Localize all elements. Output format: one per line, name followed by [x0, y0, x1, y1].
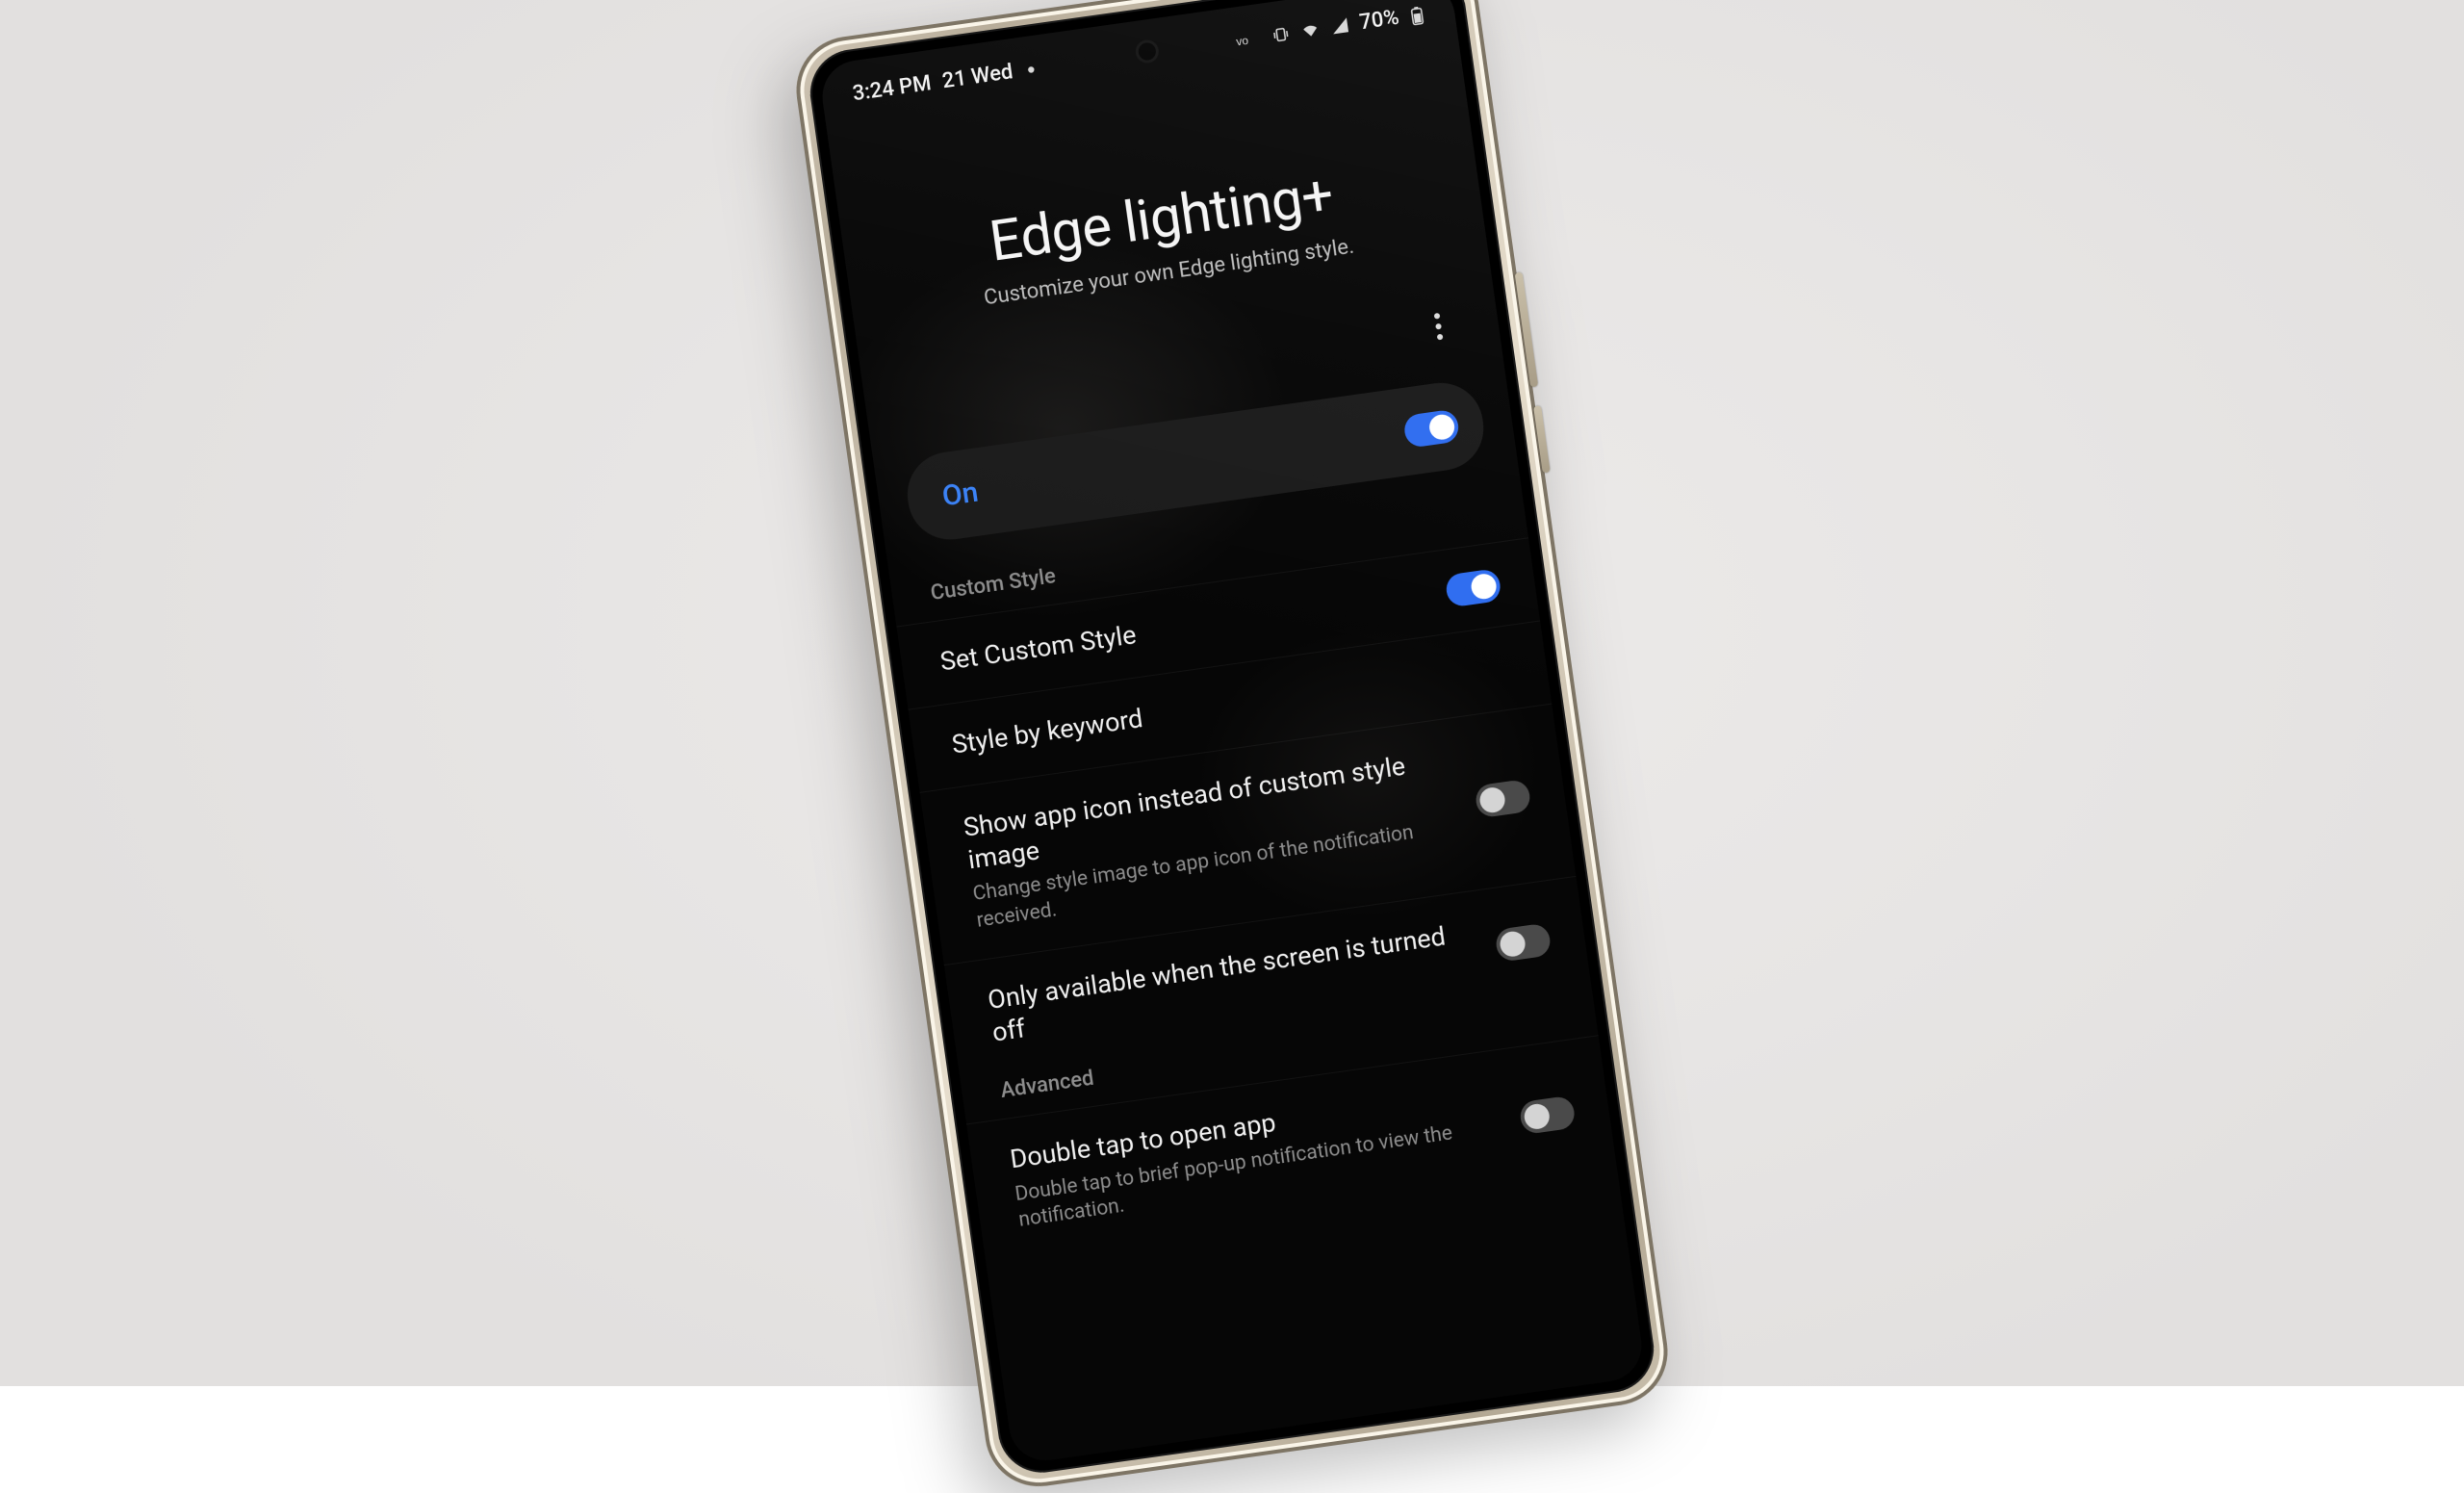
- signal-icon: [1330, 16, 1349, 36]
- battery-icon: [1409, 5, 1425, 26]
- more-vertical-icon: [1432, 312, 1444, 342]
- svg-text:vo: vo: [1235, 33, 1249, 48]
- vowifi-icon: vo: [1235, 28, 1262, 48]
- more-options-button[interactable]: [1415, 302, 1463, 350]
- toggle-double-tap[interactable]: [1519, 1094, 1577, 1134]
- vibrate-icon: [1270, 24, 1290, 43]
- status-time: 3:24 PM: [851, 71, 933, 106]
- status-date: 21 Wed: [940, 60, 1014, 93]
- toggle-only-screen-off[interactable]: [1494, 922, 1552, 962]
- notification-dot-icon: [1023, 62, 1039, 77]
- master-toggle-switch[interactable]: [1402, 408, 1460, 448]
- master-toggle-label: On: [940, 475, 981, 513]
- toggle-set-custom-style[interactable]: [1445, 568, 1502, 607]
- wifi-icon: [1299, 20, 1321, 40]
- toggle-show-app-icon[interactable]: [1474, 778, 1531, 817]
- status-battery-label: 70%: [1358, 6, 1400, 35]
